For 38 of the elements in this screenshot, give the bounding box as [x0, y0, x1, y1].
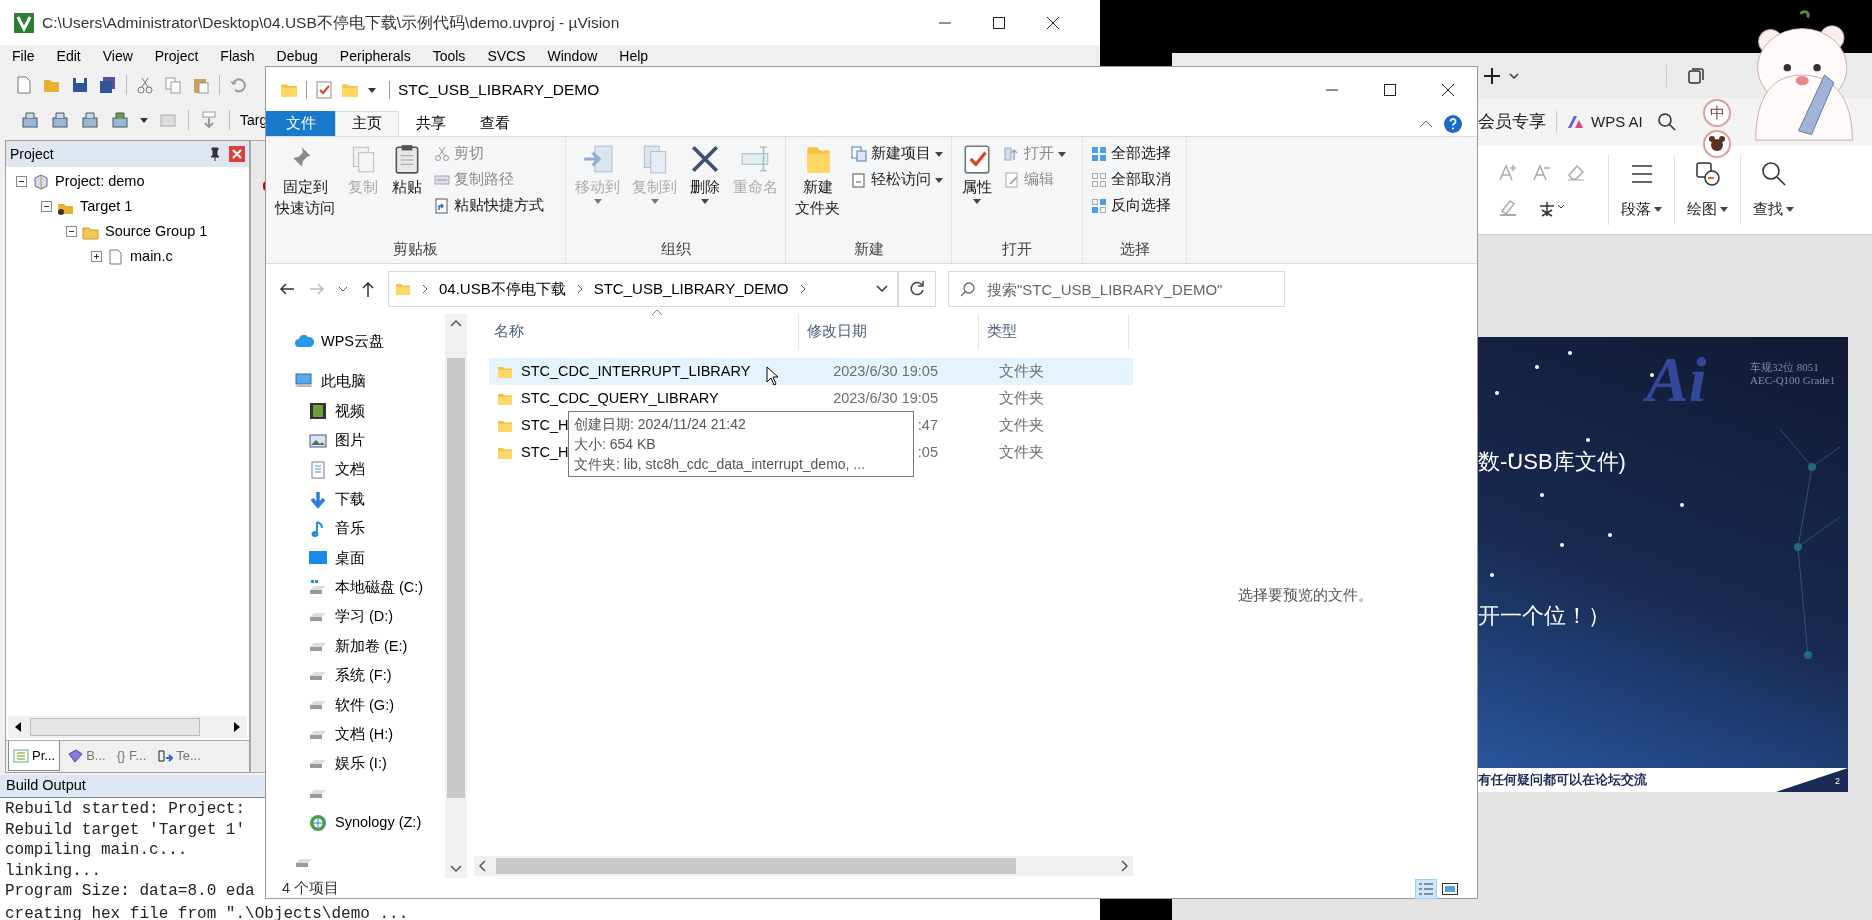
- ribbon-group-label: 新建: [853, 240, 884, 260]
- file-type: 文件夹: [999, 416, 1044, 433]
- file-type: 文件夹: [999, 389, 1044, 406]
- tooltip-line: 创建日期: 2024/11/24 21:42: [574, 415, 747, 434]
- logo-caption: AEC-Q100 Grade1: [1750, 374, 1836, 387]
- file-name: STC_CDC_INTERRUPT_LIBRARY: [521, 361, 751, 381]
- slide-text: 数-USB库文件): [1478, 448, 1626, 476]
- output-line: linking...: [5, 860, 101, 881]
- file-name: STC_H: [521, 442, 569, 462]
- date-modified: 2023/6/30 19:05: [833, 361, 938, 381]
- preview-message: 选择要预览的文件。: [1237, 586, 1373, 606]
- page-number: 2: [1835, 774, 1840, 788]
- file-name: STC_CDC_QUERY_LIBRARY: [521, 388, 719, 408]
- date-modified: :05: [917, 442, 938, 462]
- output-line: compiling main.c...: [5, 840, 188, 861]
- file-type: 文件夹: [999, 443, 1044, 460]
- date-modified: 2023/6/30 19:05: [833, 388, 938, 408]
- file-type: 文件夹: [999, 362, 1044, 379]
- ribbon-group-label: 选择: [1119, 240, 1150, 260]
- tooltip-line: 文件夹: lib, stc8h_cdc_data_interrupt_demo, ...: [574, 455, 867, 474]
- output-line: Rebuild started: Project:: [5, 799, 246, 820]
- window-title: C:\Users\Administrator\Desktop\04.USB不停电下载\示例代码\demo.uvproj - µVision: [42, 12, 620, 33]
- logo-caption: 车规32位 8051: [1750, 361, 1820, 374]
- output-line: Rebuild target 'Target 1': [5, 819, 246, 840]
- status-text: 4 个项目: [282, 879, 340, 899]
- output-line: creating hex file from ".\Objects\demo ...: [5, 904, 409, 920]
- ribbon-group-label: 剪贴板: [393, 240, 438, 260]
- tooltip-line: 大小: 654 KB: [574, 435, 657, 454]
- ribbon-group-label: 组织: [660, 240, 691, 260]
- slide-footer-text: 有任何疑问都可以在论坛交流: [1478, 770, 1647, 789]
- date-modified: :47: [917, 415, 938, 435]
- slide-text: 开一个位！）: [1478, 602, 1610, 630]
- file-name: STC_H: [521, 415, 569, 435]
- panel-title: Build Output: [6, 776, 86, 796]
- window-title: STC_USB_LIBRARY_DEMO: [398, 79, 600, 100]
- output-line: Program Size: data=8.0 eda: [5, 881, 255, 902]
- ribbon-group-label: 打开: [1002, 240, 1032, 260]
- panel-title: Project: [10, 144, 54, 164]
